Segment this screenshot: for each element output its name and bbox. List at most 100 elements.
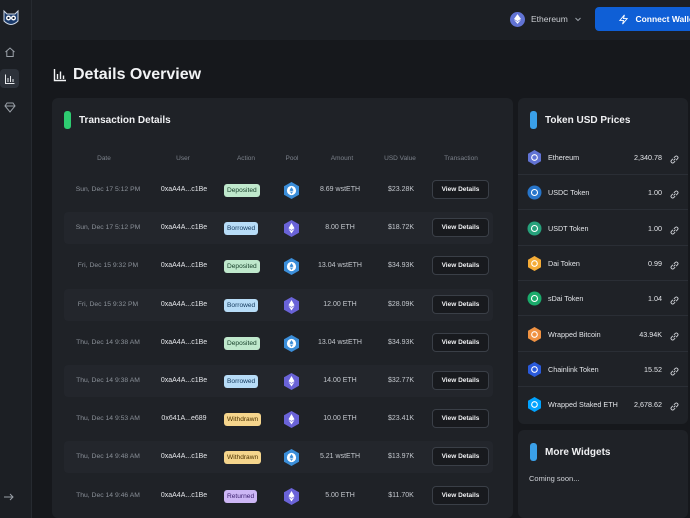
home-icon: [4, 46, 15, 57]
action-badge: Borrowed: [224, 298, 259, 312]
user-cell[interactable]: 0xaA4A...c1Be: [151, 339, 217, 346]
token-price: 2,340.78: [634, 153, 662, 162]
nav-home-button[interactable]: [0, 42, 19, 61]
sdai-icon: [527, 291, 542, 306]
bar-chart-icon: [53, 69, 66, 82]
amount-cell: 13.04 wstETH: [318, 338, 362, 346]
date-cell: Thu, Dec 14 9:48 AM: [76, 453, 140, 461]
action-badge: Withdrawn: [224, 451, 262, 465]
user-cell[interactable]: 0xaA4A...c1Be: [151, 377, 217, 384]
eth-icon: [284, 373, 299, 390]
token-price: 43.94K: [639, 329, 662, 339]
usd-value-cell: $34.93K: [387, 338, 415, 346]
diamond-icon: [3, 102, 16, 113]
token-price-row: Wrapped Staked ETH 2,678.62: [518, 387, 688, 422]
eth-icon: [284, 220, 299, 238]
view-details-button[interactable]: View Details: [432, 409, 489, 429]
wsteth-icon: [284, 182, 299, 199]
token-name: Wrapped Staked ETH: [548, 400, 618, 410]
page-title-text: Details Overview: [73, 66, 202, 83]
date-cell: Thu, Dec 14 9:38 AM: [76, 338, 140, 346]
table-row: Thu, Dec 14 9:53 AM 0x641A...e689 Withdraw…: [64, 403, 493, 435]
view-details-button[interactable]: View Details: [432, 256, 489, 276]
usd-value-cell: $11.70K: [388, 491, 414, 499]
link-icon[interactable]: [669, 399, 680, 411]
transaction-details-title: Transaction Details: [79, 114, 171, 126]
user-cell[interactable]: 0x641A...e689: [151, 415, 217, 422]
date-cell: Sun, Dec 17 5:12 PM: [75, 224, 141, 232]
action-badge: Deposited: [224, 184, 260, 197]
view-details-button[interactable]: View Details: [432, 180, 489, 199]
table-row: Thu, Dec 14 9:48 AM 0xaA4A...c1Be Withdraw…: [64, 441, 493, 474]
token-price-row: Dai Token 0.99: [518, 246, 688, 281]
accent-bar: [530, 111, 537, 129]
action-badge: Deposited: [224, 260, 260, 274]
user-cell[interactable]: 0xaA4A...c1Be: [151, 224, 217, 231]
wsteth-icon: [284, 334, 299, 352]
token-price: 1.00: [648, 223, 662, 233]
date-cell: Fri, Dec 15 9:32 PM: [77, 300, 139, 308]
date-cell: Thu, Dec 14 9:53 AM: [76, 415, 140, 423]
token-name: USDT Token: [548, 223, 589, 233]
wsteth-icon: [284, 449, 299, 467]
view-details-button[interactable]: View Details: [432, 371, 489, 390]
transaction-details-header: Transaction Details: [64, 111, 171, 129]
top-header: Ethereum Connect Wallet: [32, 0, 690, 40]
link-icon[interactable]: [669, 329, 680, 341]
token-price-row: Ethereum 2,340.78: [518, 140, 688, 175]
view-details-button[interactable]: View Details: [432, 447, 489, 467]
link-icon[interactable]: [669, 293, 680, 305]
user-cell[interactable]: 0xaA4A...c1Be: [151, 453, 217, 460]
token-price-row: sDai Token 1.04: [518, 281, 688, 317]
user-cell[interactable]: 0xaA4A...c1Be: [151, 262, 217, 269]
user-cell[interactable]: 0xaA4A...c1Be: [151, 301, 217, 308]
usd-value-cell: $28.09K: [387, 300, 415, 308]
wbtc-icon: [527, 326, 542, 342]
token-price: 15.52: [644, 364, 662, 374]
eth-icon: [527, 150, 542, 165]
column-header-action: Action: [236, 155, 256, 162]
view-details-button[interactable]: View Details: [432, 294, 489, 314]
date-cell: Thu, Dec 14 9:38 AM: [76, 377, 140, 384]
arrow-right-icon: [4, 493, 14, 501]
amount-cell: 8.69 wstETH: [319, 186, 361, 193]
link-icon[interactable]: [669, 364, 680, 376]
token-price-row: USDT Token 1.00: [518, 211, 688, 246]
view-details-button[interactable]: View Details: [432, 332, 489, 352]
nav-details-button[interactable]: [0, 69, 19, 88]
date-cell: Sun, Dec 17 5:12 PM: [75, 186, 141, 193]
link-icon[interactable]: [669, 152, 680, 164]
accent-bar: [530, 443, 537, 461]
token-price-row: Chainlink Token 15.52: [518, 352, 688, 387]
amount-cell: 5.00 ETH: [325, 491, 355, 499]
user-cell[interactable]: 0xaA4A...c1Be: [151, 492, 217, 499]
token-price: 1.00: [648, 188, 662, 198]
usdc-icon: [527, 185, 542, 200]
view-details-button[interactable]: View Details: [432, 218, 489, 238]
wsteth-icon: [527, 397, 542, 413]
column-header-user: User: [176, 155, 190, 162]
chevron-down-icon: [575, 17, 581, 22]
network-label: Ethereum: [531, 14, 568, 24]
connect-wallet-button[interactable]: Connect Wallet: [595, 7, 690, 31]
network-selector[interactable]: Ethereum: [510, 10, 582, 28]
connect-wallet-label: Connect Wallet: [635, 14, 690, 24]
link-icon[interactable]: [669, 258, 680, 270]
usd-value-cell: $23.28K: [387, 186, 415, 193]
amount-cell: 14.00 ETH: [323, 377, 357, 384]
eth-icon: [284, 411, 299, 429]
bar-chart-icon: [4, 74, 14, 84]
action-badge: Returned: [224, 489, 258, 503]
link-icon[interactable]: [669, 223, 680, 235]
token-price: 0.99: [648, 258, 662, 268]
link-icon[interactable]: [669, 187, 680, 199]
nav-gem-button[interactable]: [0, 97, 19, 116]
view-details-button[interactable]: View Details: [432, 485, 489, 505]
collapse-sidebar-button[interactable]: [2, 490, 16, 504]
date-cell: Thu, Dec 14 9:46 AM: [76, 491, 140, 499]
user-cell[interactable]: 0xaA4A...c1Be: [151, 186, 217, 193]
table-row: Fri, Dec 15 9:32 PM 0xaA4A...c1Be Deposite…: [64, 250, 493, 282]
owl-logo-icon[interactable]: [2, 8, 20, 28]
token-name: Chainlink Token: [548, 364, 599, 374]
action-badge: Borrowed: [224, 222, 259, 236]
